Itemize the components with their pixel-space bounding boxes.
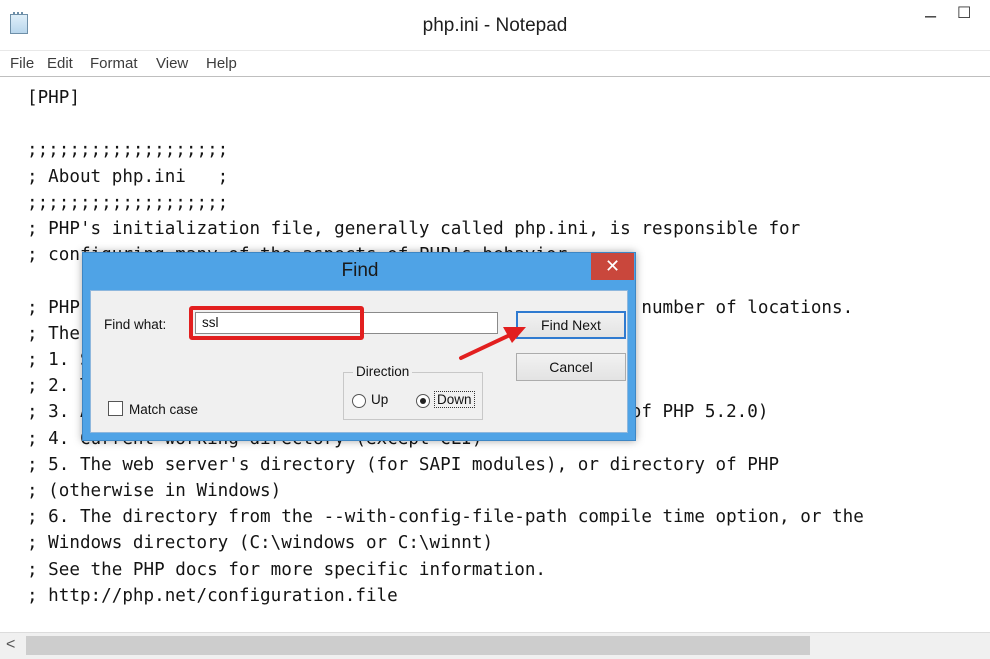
- annotation-arrow-icon: [459, 327, 526, 360]
